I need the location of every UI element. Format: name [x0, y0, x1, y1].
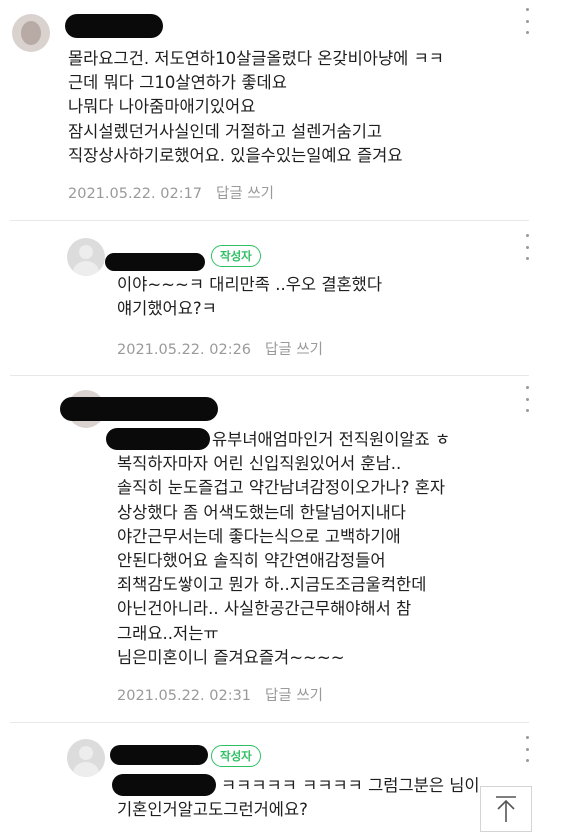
redacted-text	[112, 774, 216, 796]
comment-body: 유부녀애엄마인거 전직원이알죠 ㅎ 복직하자마자 어린 신입직원있어서 훈남..…	[117, 430, 451, 667]
avatar[interactable]	[67, 739, 105, 777]
comment-date: 2021.05.22. 02:17	[68, 186, 203, 202]
divider	[10, 375, 529, 376]
comment-body: 이야~~~ㅋ 대리만족 ..우오 결혼했다 얘기했어요?ㅋ	[117, 275, 383, 319]
author-badge: 작성자	[211, 745, 261, 767]
more-options-icon[interactable]	[521, 8, 533, 34]
redacted-username	[105, 253, 205, 271]
avatar[interactable]	[12, 14, 50, 52]
avatar[interactable]	[67, 238, 105, 276]
more-options-icon[interactable]	[521, 736, 533, 762]
comment-meta: 2021.05.22. 02:31 답글 쓰기	[117, 684, 323, 705]
comment-meta: 2021.05.22. 02:26 답글 쓰기	[117, 338, 323, 359]
reply-link[interactable]: 답글 쓰기	[216, 186, 274, 202]
comment-date: 2021.05.22. 02:31	[117, 688, 252, 704]
more-options-icon[interactable]	[521, 386, 533, 412]
comment-date: 2021.05.22. 02:26	[117, 342, 252, 358]
divider	[10, 220, 529, 221]
arrow-up-to-top-icon	[496, 796, 516, 822]
comment-body: 몰라요그건. 저도연하10살글올렸다 온갖비아냥에 ㅋㅋ 근데 뭐다 그10살연…	[68, 49, 444, 165]
redacted-username	[65, 14, 163, 38]
reply-link[interactable]: 답글 쓰기	[265, 342, 323, 358]
reply-link[interactable]: 답글 쓰기	[265, 688, 323, 704]
scroll-to-top-button[interactable]	[480, 786, 532, 832]
divider	[10, 722, 529, 723]
redacted-username	[110, 745, 208, 765]
comment-meta: 2021.05.22. 02:17 답글 쓰기	[68, 182, 274, 203]
author-badge: 작성자	[211, 245, 261, 267]
redacted-username	[60, 397, 218, 421]
more-options-icon[interactable]	[521, 234, 533, 260]
